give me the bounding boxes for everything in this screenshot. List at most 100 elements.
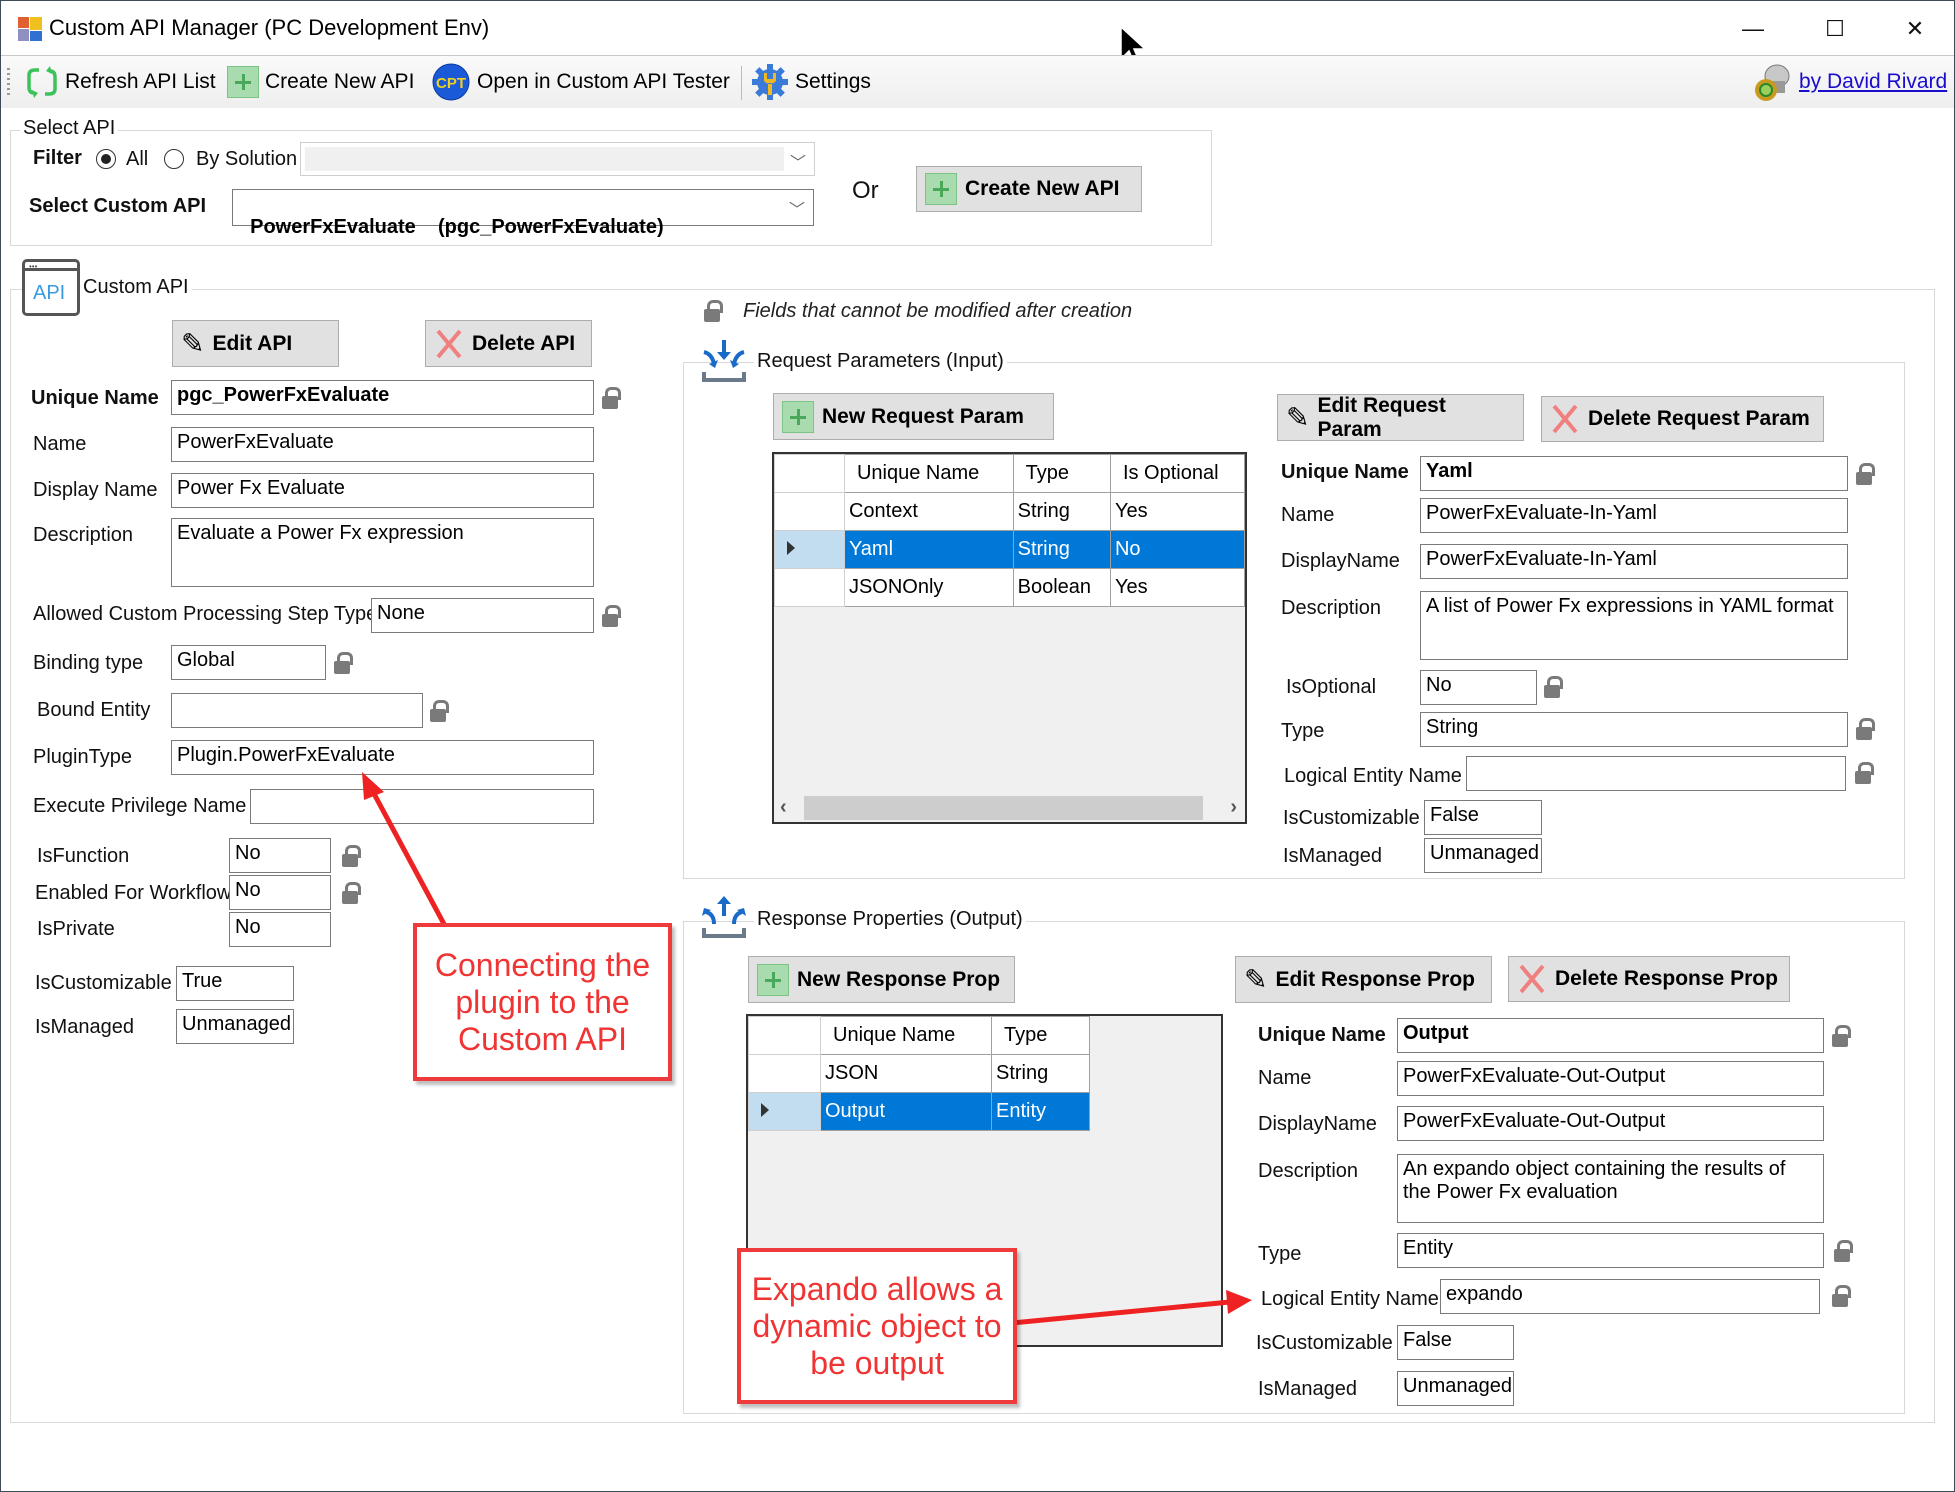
new-response-prop-label: New Response Prop <box>797 967 1001 991</box>
request-params-grid[interactable]: Unique Name Type Is Optional Context Str… <box>772 452 1247 824</box>
execute-privilege-field[interactable] <box>250 789 594 824</box>
is-managed-field[interactable]: Unmanaged <box>176 1009 294 1044</box>
unique-name-field[interactable]: pgc_PowerFxEvaluate <box>171 380 594 415</box>
req-is-optional-field[interactable]: No <box>1420 670 1537 705</box>
req-is-managed-field[interactable]: Unmanaged <box>1424 838 1542 873</box>
cell-is-optional[interactable]: No <box>1109 530 1245 569</box>
bound-entity-field[interactable] <box>171 693 423 728</box>
plugin-type-field[interactable]: Plugin.PowerFxEvaluate <box>171 740 594 775</box>
resp-name-field[interactable]: PowerFxEvaluate-Out-Output <box>1397 1061 1824 1096</box>
cell-type[interactable]: String <box>991 1054 1090 1093</box>
cell-is-optional[interactable]: Yes <box>1109 568 1245 607</box>
table-row-selected[interactable]: Output Entity <box>748 1092 1090 1131</box>
resp-name-label: Name <box>1258 1067 1312 1089</box>
resp-logical-entity-name-field[interactable]: expando <box>1440 1279 1820 1314</box>
resp-type-field[interactable]: Entity <box>1397 1233 1824 1268</box>
is-function-field[interactable]: No <box>229 838 331 873</box>
cell-unique-name[interactable]: Yaml <box>843 530 1014 569</box>
refresh-api-list-button[interactable]: Refresh API List <box>25 64 216 100</box>
author-link[interactable]: by David Rivard <box>1799 70 1947 94</box>
cell-type[interactable]: String <box>1012 530 1111 569</box>
display-name-field[interactable]: Power Fx Evaluate <box>171 473 594 508</box>
new-request-param-button[interactable]: New Request Param <box>773 393 1054 440</box>
cell-unique-name[interactable]: JSON <box>820 1054 992 1093</box>
maximize-button[interactable]: ☐ <box>1800 9 1870 49</box>
cell-unique-name[interactable]: JSONOnly <box>843 568 1014 607</box>
req-display-name-field[interactable]: PowerFxEvaluate-In-Yaml <box>1420 544 1848 579</box>
toolbar-grip[interactable] <box>7 68 10 98</box>
delete-request-param-button[interactable]: Delete Request Param <box>1541 396 1824 442</box>
resp-is-customizable-field[interactable]: False <box>1397 1325 1514 1360</box>
row-header[interactable] <box>748 1092 821 1131</box>
cell-type[interactable]: Boolean <box>1012 568 1111 607</box>
filter-by-solution-radio[interactable] <box>164 149 184 169</box>
column-header-type[interactable]: Type <box>1012 454 1111 493</box>
table-row[interactable]: JSONOnly Boolean Yes <box>774 568 1245 607</box>
req-unique-name-field[interactable]: Yaml <box>1420 456 1848 491</box>
create-new-api-button[interactable]: Create New API <box>916 166 1142 212</box>
minimize-icon: — <box>1742 16 1764 41</box>
description-field[interactable]: Evaluate a Power Fx expression <box>171 518 594 587</box>
cell-unique-name[interactable]: Output <box>820 1092 992 1131</box>
table-row-selected[interactable]: Yaml String No <box>774 530 1245 569</box>
toolbar-create-new-api-button[interactable]: Create New API <box>227 64 414 100</box>
allowed-step-type-field[interactable]: None <box>371 598 594 633</box>
resp-description-field[interactable]: An expando object containing the results… <box>1397 1154 1824 1223</box>
cell-unique-name[interactable]: Context <box>843 492 1014 531</box>
horizontal-scrollbar[interactable]: ‹ › <box>774 794 1245 822</box>
resp-display-name-field[interactable]: PowerFxEvaluate-Out-Output <box>1397 1106 1824 1141</box>
pencil-icon: ✎ <box>1286 402 1310 433</box>
edit-api-button[interactable]: ✎ Edit API <box>172 320 339 367</box>
is-private-field[interactable]: No <box>229 912 331 947</box>
name-field[interactable]: PowerFxEvaluate <box>171 427 594 462</box>
scroll-left-icon[interactable]: ‹ <box>780 796 787 819</box>
filter-all-radio[interactable] <box>96 149 116 169</box>
new-response-prop-button[interactable]: New Response Prop <box>748 956 1015 1003</box>
req-description-field[interactable]: A list of Power Fx expressions in YAML f… <box>1420 591 1848 660</box>
row-header-corner <box>774 454 845 493</box>
req-type-field[interactable]: String <box>1420 712 1848 747</box>
settings-label: Settings <box>795 70 871 93</box>
delete-api-button[interactable]: Delete API <box>425 320 592 367</box>
row-header[interactable] <box>774 530 845 569</box>
resp-unique-name-field[interactable]: Output <box>1397 1018 1824 1053</box>
row-header[interactable] <box>774 568 845 607</box>
table-row[interactable]: Context String Yes <box>774 492 1245 531</box>
open-in-tester-button[interactable]: CPT Open in Custom API Tester <box>431 63 730 101</box>
cell-type[interactable]: String <box>1012 492 1111 531</box>
lock-icon <box>1544 676 1563 698</box>
edit-response-prop-button[interactable]: ✎ Edit Response Prop <box>1235 956 1492 1003</box>
cell-type[interactable]: Entity <box>991 1092 1090 1131</box>
row-header-corner <box>748 1016 821 1055</box>
column-header-unique-name[interactable]: Unique Name <box>843 454 1014 493</box>
close-button[interactable]: ✕ <box>1880 9 1950 49</box>
binding-type-field[interactable]: Global <box>171 645 326 680</box>
delete-response-prop-button[interactable]: Delete Response Prop <box>1508 956 1790 1002</box>
resp-is-managed-field[interactable]: Unmanaged <box>1397 1371 1514 1406</box>
scroll-right-icon[interactable]: › <box>1230 796 1237 819</box>
edit-request-param-button[interactable]: ✎ Edit Request Param <box>1277 394 1524 441</box>
column-header-unique-name[interactable]: Unique Name <box>820 1016 992 1055</box>
title-bar: Custom API Manager (PC Development Env) … <box>1 1 1954 66</box>
enabled-for-workflow-field[interactable]: No <box>229 875 331 910</box>
lock-icon <box>342 882 361 904</box>
pencil-icon: ✎ <box>181 328 205 359</box>
column-header-is-optional[interactable]: Is Optional <box>1109 454 1245 493</box>
locked-fields-note: Fields that cannot be modified after cre… <box>743 300 1133 322</box>
column-header-type[interactable]: Type <box>991 1016 1090 1055</box>
req-is-customizable-field[interactable]: False <box>1424 800 1542 835</box>
cell-is-optional[interactable]: Yes <box>1109 492 1245 531</box>
solution-dropdown[interactable]: ﹀ <box>300 142 815 176</box>
req-logical-entity-name-field[interactable] <box>1466 756 1846 791</box>
row-header[interactable] <box>748 1054 821 1093</box>
row-header[interactable] <box>774 492 845 531</box>
req-name-field[interactable]: PowerFxEvaluate-In-Yaml <box>1420 498 1848 533</box>
is-customizable-field[interactable]: True <box>176 966 294 1001</box>
settings-button[interactable]: Settings <box>751 64 871 100</box>
minimize-button[interactable]: — <box>1718 9 1788 49</box>
resp-unique-name-label: Unique Name <box>1258 1024 1386 1046</box>
scroll-thumb[interactable] <box>804 796 1203 820</box>
custom-api-dropdown[interactable]: PowerFxEvaluate (pgc_PowerFxEvaluate) ﹀ <box>232 189 814 238</box>
table-row[interactable]: JSON String <box>748 1054 1090 1093</box>
resp-type-label: Type <box>1258 1243 1302 1265</box>
